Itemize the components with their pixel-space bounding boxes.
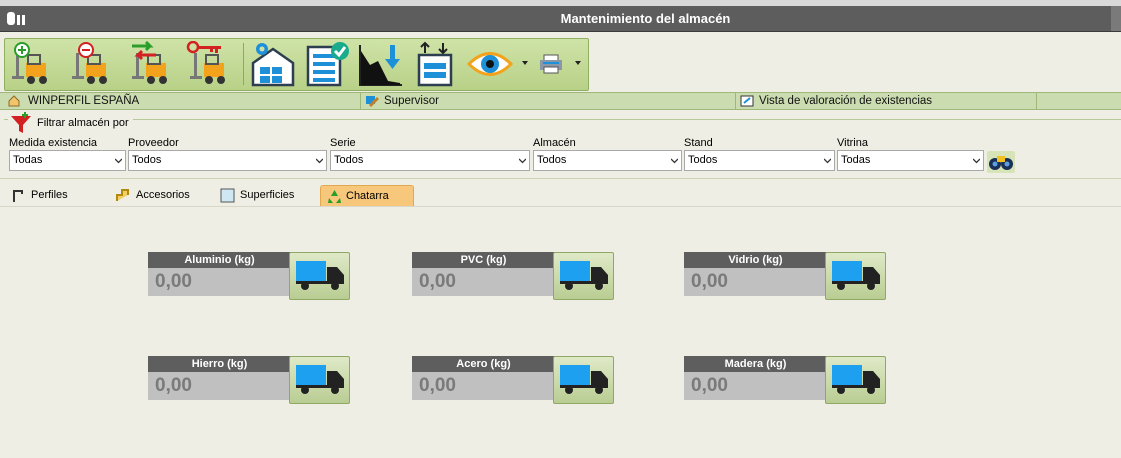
user-icon bbox=[366, 96, 380, 108]
filter-vitrina-label: Vitrina bbox=[837, 137, 868, 149]
accessory-icon bbox=[116, 189, 129, 201]
status-divider bbox=[1036, 93, 1037, 109]
toolbar-separator bbox=[243, 43, 244, 85]
document-edit-icon bbox=[740, 95, 754, 107]
user-name: Supervisor bbox=[384, 95, 439, 107]
truck-icon bbox=[560, 365, 608, 394]
filter-proveedor-label: Proveedor bbox=[128, 137, 179, 149]
filter-almacen-label: Almacén bbox=[533, 137, 576, 149]
truck-button[interactable] bbox=[553, 252, 614, 300]
status-divider bbox=[360, 93, 361, 109]
company-name: WINPERFIL ESPAÑA bbox=[28, 95, 140, 107]
print-dropdown-icon[interactable] bbox=[575, 61, 581, 65]
scrap-card-madera: Madera (kg) 0,00 bbox=[684, 356, 886, 404]
truck-icon bbox=[296, 365, 344, 394]
tab-perfiles-label: Perfiles bbox=[31, 189, 68, 201]
truck-button[interactable] bbox=[825, 252, 886, 300]
card-value[interactable]: 0,00 bbox=[148, 268, 291, 296]
filter-stand-label: Stand bbox=[684, 137, 713, 149]
truck-icon bbox=[560, 261, 608, 290]
chevron-down-icon bbox=[519, 158, 526, 164]
truck-button[interactable] bbox=[289, 252, 350, 300]
filter-funnel-icon bbox=[11, 112, 31, 133]
truck-button[interactable] bbox=[825, 356, 886, 404]
window-titlebar: Mantenimiento del almacén bbox=[0, 6, 1121, 32]
tabs-baseline bbox=[0, 206, 1121, 207]
recycle-icon bbox=[328, 190, 341, 203]
card-title: Aluminio (kg) bbox=[148, 252, 291, 268]
filter-vitrina-value: Todas bbox=[841, 154, 871, 166]
profile-icon bbox=[13, 190, 23, 202]
surface-icon bbox=[220, 188, 235, 203]
warehouse-settings-icon[interactable] bbox=[250, 41, 296, 87]
filter-bottom-line bbox=[0, 178, 1121, 179]
card-title: Hierro (kg) bbox=[148, 356, 291, 372]
tab-superficies[interactable]: Superficies bbox=[220, 185, 310, 206]
forklift-key-icon[interactable] bbox=[186, 40, 232, 87]
window-corner bbox=[1111, 6, 1121, 31]
chevron-down-icon bbox=[115, 158, 122, 164]
chevron-down-icon bbox=[824, 158, 831, 164]
binoculars-search-icon[interactable] bbox=[987, 151, 1015, 173]
forklift-remove-icon[interactable] bbox=[68, 41, 114, 87]
chevron-down-icon bbox=[316, 158, 323, 164]
scrap-card-acero: Acero (kg) 0,00 bbox=[412, 356, 614, 404]
filter-proveedor-value: Todos bbox=[132, 154, 162, 166]
eye-view-icon[interactable] bbox=[466, 41, 514, 87]
filter-proveedor-select[interactable]: Todos bbox=[128, 150, 327, 171]
truck-button[interactable] bbox=[553, 356, 614, 404]
home-icon bbox=[8, 95, 20, 107]
tab-accesorios-label: Accesorios bbox=[136, 189, 190, 201]
filter-medida-select[interactable]: Todas bbox=[9, 150, 126, 171]
printer-icon[interactable] bbox=[536, 41, 566, 87]
view-name: Vista de valoración de existencias bbox=[759, 95, 933, 107]
card-value[interactable]: 0,00 bbox=[412, 268, 555, 296]
truck-icon bbox=[832, 365, 880, 394]
forklift-add-icon[interactable] bbox=[8, 41, 54, 87]
filter-vitrina-select[interactable]: Todas bbox=[837, 150, 984, 171]
status-divider bbox=[735, 93, 736, 109]
filter-serie-value: Todos bbox=[334, 154, 364, 166]
filter-legend: Filtrar almacén por bbox=[8, 110, 133, 133]
card-value[interactable]: 0,00 bbox=[684, 268, 827, 296]
filter-serie-select[interactable]: Todos bbox=[330, 150, 530, 171]
filter-stand-value: Todos bbox=[688, 154, 718, 166]
chevron-down-icon bbox=[973, 158, 980, 164]
filter-serie-label: Serie bbox=[330, 137, 356, 149]
tab-accesorios[interactable]: Accesorios bbox=[116, 185, 206, 206]
scrap-card-aluminio: Aluminio (kg) 0,00 bbox=[148, 252, 350, 300]
filter-almacen-select[interactable]: Todos bbox=[533, 150, 682, 171]
card-title: Madera (kg) bbox=[684, 356, 827, 372]
chevron-down-icon bbox=[671, 158, 678, 164]
card-value[interactable]: 0,00 bbox=[684, 372, 827, 400]
card-title: PVC (kg) bbox=[412, 252, 555, 268]
tab-chatarra[interactable]: Chatarra bbox=[320, 185, 414, 207]
truck-icon bbox=[296, 261, 344, 290]
filter-stand-select[interactable]: Todos bbox=[684, 150, 835, 171]
filter-medida-value: Todas bbox=[13, 154, 43, 166]
view-dropdown-icon[interactable] bbox=[522, 61, 528, 65]
card-value[interactable]: 0,00 bbox=[148, 372, 291, 400]
window-title: Mantenimiento del almacén bbox=[560, 11, 731, 26]
forklift-transfer-icon[interactable] bbox=[128, 40, 174, 87]
tab-superficies-label: Superficies bbox=[240, 189, 295, 201]
card-value[interactable]: 0,00 bbox=[412, 372, 555, 400]
main-toolbar bbox=[4, 38, 589, 91]
scrap-card-pvc: PVC (kg) 0,00 bbox=[412, 252, 614, 300]
filter-medida-label: Medida existencia bbox=[9, 137, 98, 149]
stock-updown-icon[interactable] bbox=[413, 41, 459, 87]
checklist-icon[interactable] bbox=[304, 41, 350, 87]
filter-legend-label: Filtrar almacén por bbox=[37, 117, 129, 129]
tab-chatarra-label: Chatarra bbox=[346, 190, 389, 202]
tab-perfiles[interactable]: Perfiles bbox=[12, 185, 102, 206]
chart-download-icon[interactable] bbox=[358, 41, 404, 87]
truck-button[interactable] bbox=[289, 356, 350, 404]
card-title: Vidrio (kg) bbox=[684, 252, 827, 268]
card-title: Acero (kg) bbox=[412, 356, 555, 372]
filter-almacen-value: Todos bbox=[537, 154, 567, 166]
scrap-card-hierro: Hierro (kg) 0,00 bbox=[148, 356, 350, 404]
truck-icon bbox=[832, 261, 880, 290]
scrap-card-vidrio: Vidrio (kg) 0,00 bbox=[684, 252, 886, 300]
status-bar: WINPERFIL ESPAÑA Supervisor Vista de val… bbox=[0, 92, 1121, 110]
